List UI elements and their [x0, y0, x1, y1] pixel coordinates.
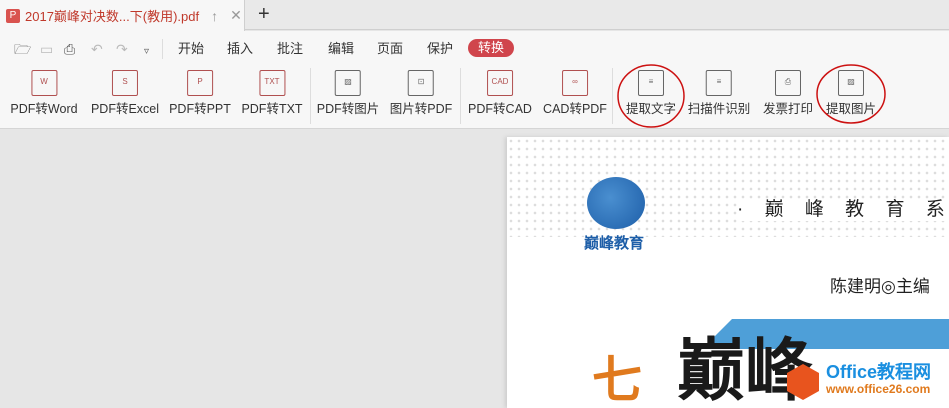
menu-convert[interactable]: 转换: [468, 39, 515, 57]
txt-icon: TXT: [258, 70, 285, 96]
new-tab-button[interactable]: +: [258, 3, 270, 25]
dot-pattern: [507, 137, 949, 237]
divider: [612, 68, 613, 124]
cad-pdf-icon: ∞: [562, 70, 588, 96]
image-to-pdf-button[interactable]: ⊡ 图片转PDF: [390, 70, 452, 117]
logo-text: 巅峰教育: [584, 235, 645, 252]
watermark: Office教程网 www.office26.com: [826, 362, 932, 396]
extract-text-icon: ≡: [637, 70, 664, 96]
series-title: · 巅 峰 教 育 系 列: [737, 199, 949, 221]
printer-icon: ⎙: [774, 70, 801, 96]
logo-icon: [587, 177, 645, 229]
divider: [310, 68, 311, 124]
pdf-icon: P: [6, 8, 20, 23]
pdf-to-image-button[interactable]: ▨ PDF转图片: [317, 70, 379, 117]
undo-icon[interactable]: ↶: [91, 41, 103, 57]
pdf-to-word-button[interactable]: W PDF转Word: [10, 70, 78, 117]
document-tab[interactable]: P 2017巅峰对决数...下(教用).pdf ↑ ✕: [0, 0, 245, 31]
menu-bar: 🗁 ▭ ⎙ ↶ ↷ ▿ 开始 插入 批注 编辑 页面 保护 转换: [0, 31, 949, 66]
redo-icon[interactable]: ↷: [116, 41, 128, 57]
title-char: 七: [592, 350, 642, 408]
pdf-to-excel-button[interactable]: S PDF转Excel: [91, 70, 159, 117]
menu-protect[interactable]: 保护: [427, 41, 453, 57]
excel-icon: S: [111, 70, 138, 96]
cad-to-pdf-button[interactable]: ∞ CAD转PDF: [543, 70, 607, 117]
pdf-to-txt-button[interactable]: TXT PDF转TXT: [241, 70, 303, 117]
pin-icon[interactable]: ↑: [211, 8, 218, 24]
pdf-to-cad-button[interactable]: CAD PDF转CAD: [468, 70, 532, 117]
scan-recognition-button[interactable]: ≡ 扫描件识别: [688, 70, 750, 117]
more-dropdown-icon[interactable]: ▿: [144, 44, 149, 60]
menu-annotate[interactable]: 批注: [277, 41, 303, 57]
divider: [162, 39, 163, 59]
editor-text: 陈建明◎主编: [830, 277, 930, 296]
close-icon[interactable]: ✕: [230, 7, 242, 24]
tab-bar: P 2017巅峰对决数...下(教用).pdf ↑ ✕ +: [0, 0, 949, 31]
scan-icon: ≡: [705, 70, 732, 96]
menu-insert[interactable]: 插入: [227, 41, 253, 57]
extract-text-button[interactable]: ≡ 提取文字: [626, 70, 676, 117]
pdf-to-ppt-button[interactable]: P PDF转PPT: [169, 70, 231, 117]
menu-edit[interactable]: 编辑: [328, 41, 354, 57]
save-icon[interactable]: ▭: [40, 41, 53, 57]
document-tab-title: 2017巅峰对决数...下(教用).pdf: [25, 9, 200, 24]
open-folder-icon[interactable]: 🗁: [14, 41, 31, 57]
ribbon: W PDF转Word S PDF转Excel P PDF转PPT TXT PDF转TXT…: [0, 66, 949, 129]
ppt-icon: P: [187, 70, 213, 96]
menu-start[interactable]: 开始: [178, 41, 204, 57]
print-icon[interactable]: ⎙: [64, 41, 75, 57]
word-icon: W: [30, 70, 57, 96]
image-pdf-icon: ⊡: [407, 70, 434, 96]
image-icon: ▨: [334, 70, 361, 96]
cad-icon: CAD: [487, 70, 513, 96]
extract-image-button[interactable]: ▨ 提取图片: [826, 70, 876, 117]
divider: [460, 68, 461, 124]
menu-page[interactable]: 页面: [377, 41, 403, 57]
invoice-print-button[interactable]: ⎙ 发票打印: [763, 70, 813, 117]
extract-image-icon: ▨: [837, 70, 864, 96]
